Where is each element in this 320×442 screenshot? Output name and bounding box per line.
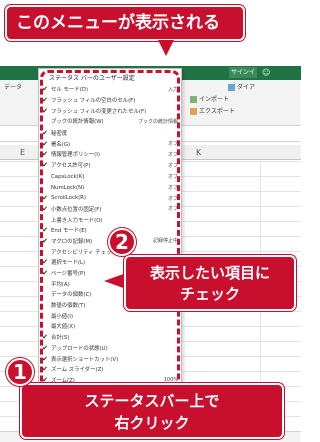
export-button[interactable]: エクスポート	[190, 106, 235, 115]
callout-menu-shown: このメニューが表示される	[5, 5, 245, 41]
callout-check-items: 表示したい項目に チェック	[124, 255, 296, 311]
callout-check-tail	[104, 273, 126, 289]
tab-data[interactable]: データ	[4, 82, 22, 91]
diagram-icon	[228, 84, 235, 91]
callout-right-click: ステータスバー上で 右クリック	[20, 383, 284, 439]
callout-check-line1: 表示したい項目に	[149, 264, 270, 282]
callout-right-click-line2: 右クリック	[114, 414, 190, 432]
step-number-1: 1	[6, 358, 34, 386]
callout-check-line2: チェック	[179, 285, 240, 303]
ribbon-group-diagram[interactable]: ダイア	[228, 82, 255, 91]
column-header-k[interactable]: K	[196, 148, 201, 157]
column-header-e[interactable]: E	[20, 148, 25, 157]
import-button[interactable]: インポート	[190, 94, 229, 103]
export-icon	[190, 108, 197, 115]
account-icon[interactable]: ☺	[262, 67, 273, 78]
import-icon	[190, 96, 197, 103]
callout-menu-shown-tail	[158, 40, 174, 56]
step-number-2: 2	[108, 228, 136, 256]
callout-right-click-line1: ステータスバー上で	[84, 392, 220, 410]
signin-button[interactable]: サインイン	[229, 67, 257, 87]
